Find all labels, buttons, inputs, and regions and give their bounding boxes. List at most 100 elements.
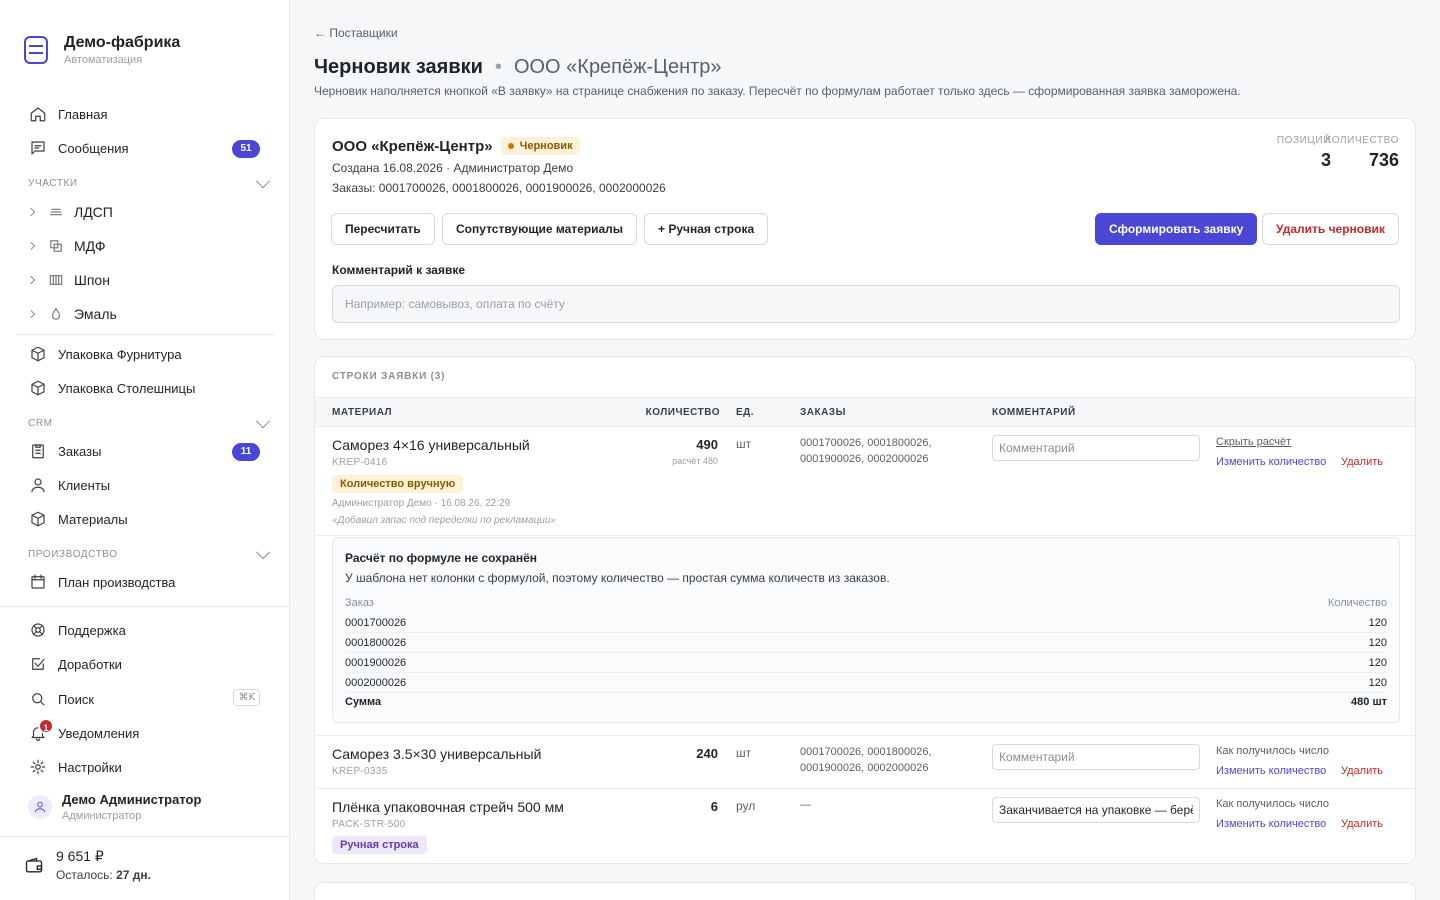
row2-comment-input[interactable] bbox=[992, 744, 1200, 770]
back-link[interactable]: ← Поставщики bbox=[314, 26, 398, 40]
nav-support[interactable]: Поддержка bbox=[16, 614, 274, 646]
form-request-button[interactable]: Сформировать заявку bbox=[1095, 213, 1258, 245]
orders-info: Заказы: 0001700026, 0001800026, 00019000… bbox=[332, 181, 666, 195]
calc-description: У шаблона нет колонки с формулой, поэтом… bbox=[345, 571, 890, 585]
sidebar: Демо-фабрика Автоматизация Главная Сообщ… bbox=[0, 0, 290, 900]
nav-production-plan[interactable]: План производства bbox=[16, 566, 274, 598]
manual-quantity-tag: Количество вручную bbox=[332, 475, 464, 493]
nav-settings[interactable]: Настройки bbox=[16, 751, 274, 783]
row3-delete-link[interactable]: Удалить bbox=[1341, 818, 1383, 830]
brand[interactable]: Демо-фабрика Автоматизация bbox=[24, 34, 180, 66]
nav-search[interactable]: Поиск ⌘K bbox=[16, 683, 274, 715]
sidebar-item-enamel[interactable]: Эмаль bbox=[26, 299, 274, 329]
nav-home-label: Главная bbox=[58, 106, 108, 122]
row2-material-name: Саморез 3.5×30 универсальный bbox=[332, 746, 542, 762]
col-quantity: Количество bbox=[645, 407, 720, 418]
row3-how-calculated-link[interactable]: Как получилось число bbox=[1216, 798, 1329, 810]
section-production-label: Производство bbox=[28, 549, 118, 560]
calc-qty: 120 bbox=[1368, 616, 1387, 629]
nav-pack-hardware-label: Упаковка Фурнитура bbox=[58, 346, 182, 362]
lines-title: Строки заявки (3) bbox=[332, 371, 446, 382]
add-manual-row-button[interactable]: + Ручная строка bbox=[644, 213, 769, 245]
row2-material-code: KREP-0335 bbox=[332, 766, 388, 777]
divider bbox=[0, 606, 290, 607]
calc-col-qty: Количество bbox=[1327, 597, 1387, 609]
row1-note: «Добавил запас под переделки по рекламац… bbox=[332, 515, 556, 526]
row3-change-qty-link[interactable]: Изменить количество bbox=[1216, 818, 1326, 830]
nav-clients[interactable]: Клиенты bbox=[16, 469, 274, 501]
nav-messages[interactable]: Сообщения 51 bbox=[16, 132, 274, 164]
section-header-crm[interactable]: CRM bbox=[28, 413, 274, 429]
row2-how-calculated-link[interactable]: Как получилось число bbox=[1216, 745, 1329, 757]
row-separator bbox=[315, 735, 1415, 736]
user-name: Демо Администратор bbox=[62, 792, 202, 807]
recalculate-button[interactable]: Пересчитать bbox=[331, 213, 435, 245]
row1-comment-input[interactable] bbox=[992, 435, 1200, 461]
balance-left: Осталось: 27 дн. bbox=[56, 868, 151, 882]
next-card bbox=[314, 882, 1416, 900]
title-separator: • bbox=[494, 56, 502, 78]
nav-pack-tops[interactable]: Упаковка Столешницы bbox=[16, 372, 274, 404]
chevron-down-icon bbox=[255, 544, 271, 559]
section-header-workshops[interactable]: Участки bbox=[28, 173, 274, 189]
row1-change-qty-link[interactable]: Изменить количество bbox=[1216, 456, 1326, 468]
section-header-production[interactable]: Производство bbox=[28, 544, 274, 560]
home-icon bbox=[28, 104, 48, 124]
table-header: Материал Количество Ед. Заказы Комментар… bbox=[315, 397, 1415, 427]
nav-notifications[interactable]: 1 Уведомления bbox=[16, 717, 274, 749]
chevron-right-icon bbox=[26, 207, 36, 217]
sidebar-item-veneer[interactable]: Шпон bbox=[26, 265, 274, 295]
calc-order: 0001700026 bbox=[345, 616, 407, 629]
row3-comment-input[interactable] bbox=[992, 797, 1200, 823]
calc-order: 0002000026 bbox=[345, 676, 407, 689]
hide-calc-link[interactable]: Скрыть расчёт bbox=[1216, 436, 1291, 448]
sidebar-item-label: МДФ bbox=[74, 238, 106, 254]
calc-col-order: Заказ bbox=[345, 597, 374, 609]
row2-quantity: 240 bbox=[696, 746, 718, 761]
row1-unit: шт bbox=[736, 437, 752, 451]
sidebar-item-ldsp[interactable]: ЛДСП bbox=[26, 197, 274, 227]
lifebuoy-icon bbox=[28, 620, 48, 640]
request-comment-input[interactable] bbox=[332, 285, 1400, 323]
quantity-value: 736 bbox=[1368, 150, 1399, 170]
nav-orders[interactable]: Заказы 11 bbox=[16, 435, 274, 467]
col-unit: Ед. bbox=[736, 407, 755, 418]
sidebar-item-mdf[interactable]: МДФ bbox=[26, 231, 274, 261]
status-badge: Черновик bbox=[500, 137, 580, 155]
calc-qty: 120 bbox=[1368, 656, 1387, 669]
notifications-count-badge: 1 bbox=[38, 718, 54, 734]
nav-pack-tops-label: Упаковка Столешницы bbox=[58, 380, 196, 396]
nav-materials[interactable]: Материалы bbox=[16, 503, 274, 535]
row1-delete-link[interactable]: Удалить bbox=[1341, 456, 1383, 468]
layers-icon bbox=[48, 204, 64, 220]
calc-qty: 120 bbox=[1368, 676, 1387, 689]
calc-sum-row: Сумма 480 шт bbox=[345, 692, 1387, 712]
row2-change-qty-link[interactable]: Изменить количество bbox=[1216, 765, 1326, 777]
comment-label: Комментарий к заявке bbox=[332, 263, 466, 277]
balance[interactable]: 9 651 ₽ Осталось: 27 дн. bbox=[24, 848, 151, 882]
divider bbox=[0, 836, 290, 837]
stripes-icon bbox=[48, 272, 64, 288]
request-lines-card: Строки заявки (3) Материал Количество Ед… bbox=[314, 356, 1416, 864]
nav-home[interactable]: Главная bbox=[16, 98, 274, 130]
nav-materials-label: Материалы bbox=[58, 511, 128, 527]
row2-delete-link[interactable]: Удалить bbox=[1341, 765, 1383, 777]
nav-improvements[interactable]: Доработки bbox=[16, 648, 274, 680]
related-materials-button[interactable]: Сопутствующие материалы bbox=[442, 213, 638, 245]
nav-support-label: Поддержка bbox=[58, 622, 126, 638]
row1-quantity: 490 bbox=[696, 437, 718, 452]
calc-qty: 120 bbox=[1368, 636, 1387, 649]
messages-count-badge: 51 bbox=[232, 140, 260, 158]
orders-count-badge: 11 bbox=[232, 443, 260, 461]
nav-pack-hardware[interactable]: Упаковка Фурнитура bbox=[16, 338, 274, 370]
positions-label: Позиций bbox=[1276, 135, 1331, 146]
user-profile[interactable]: Демо Администратор Администратор bbox=[28, 792, 201, 822]
cube-icon bbox=[28, 509, 48, 529]
chevron-down-icon bbox=[255, 173, 271, 188]
delete-draft-button[interactable]: Удалить черновик bbox=[1262, 213, 1399, 245]
col-orders: Заказы bbox=[800, 407, 846, 418]
calc-row: 0002000026 120 bbox=[345, 673, 1387, 693]
col-comment: Комментарий bbox=[992, 407, 1076, 418]
page-supplier: ООО «Крепёж-Центр» bbox=[513, 56, 722, 78]
gear-icon bbox=[28, 757, 48, 777]
